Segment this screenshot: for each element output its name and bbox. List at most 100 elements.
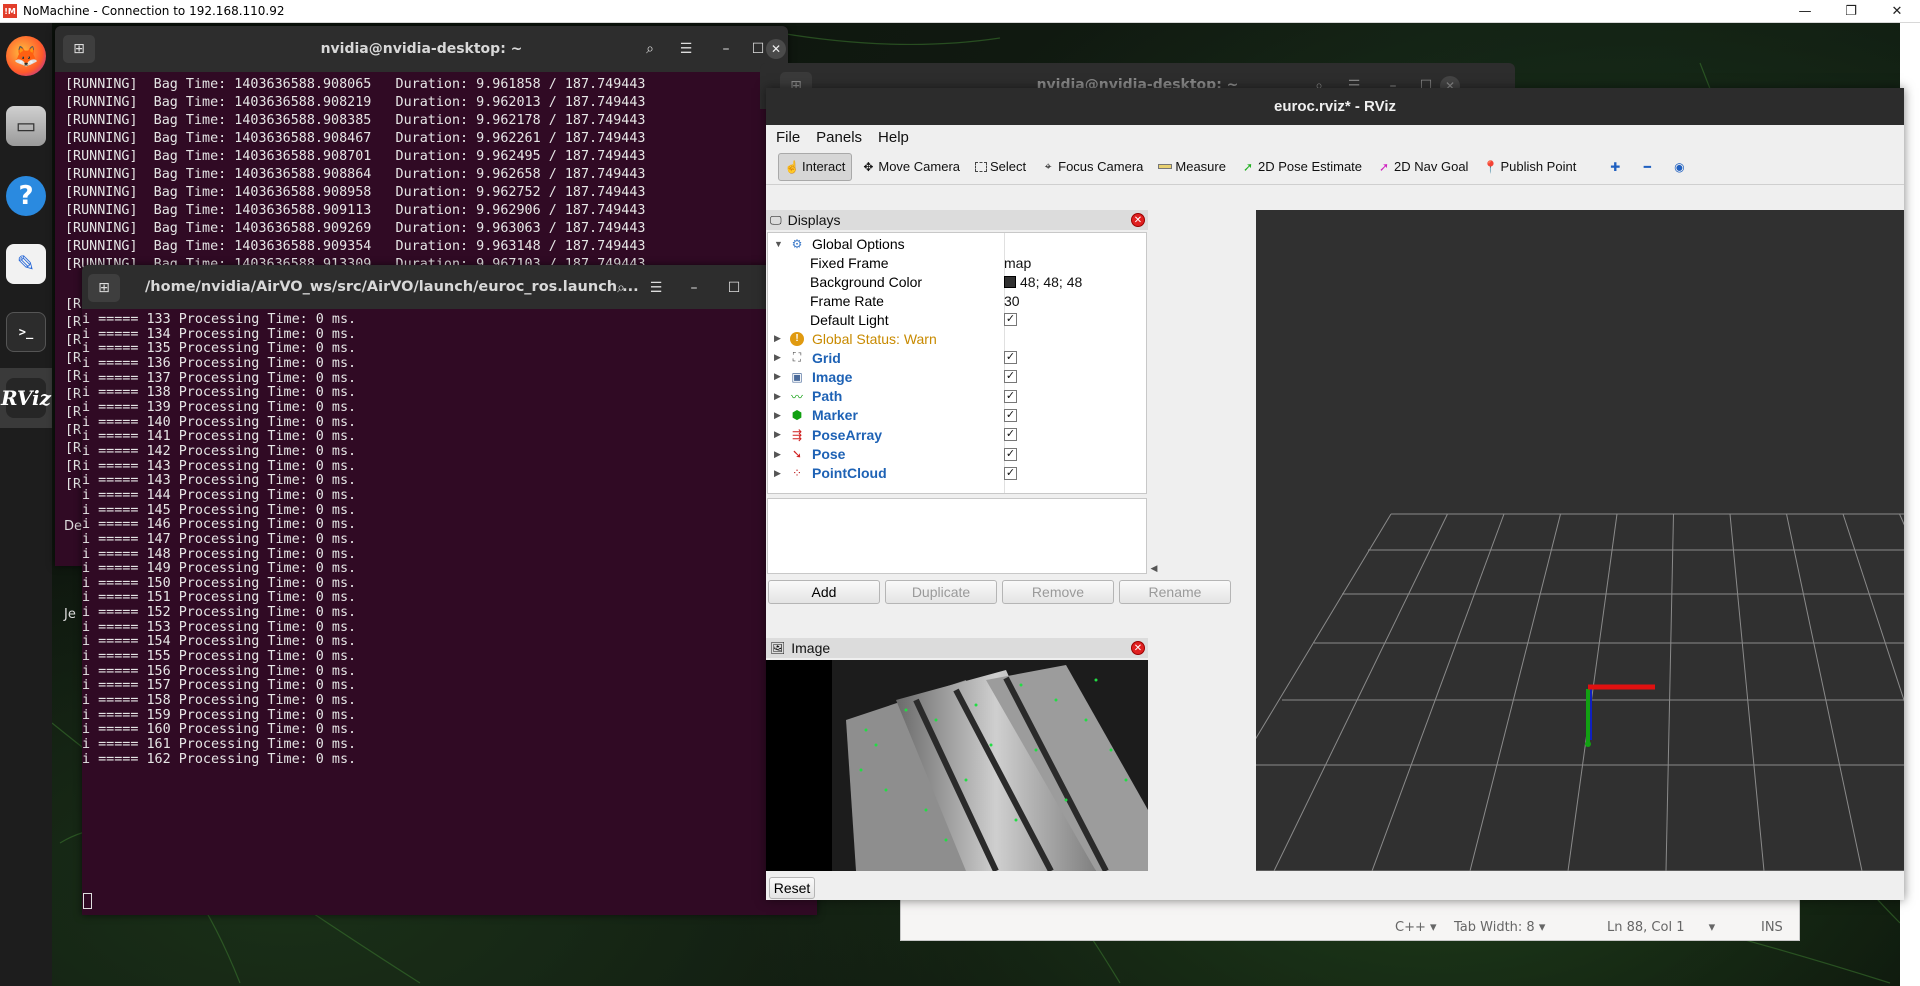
terminal-header: ⊞ /home/nvidia/AirVO_ws/src/AirVO/launch… (82, 265, 817, 309)
tree-row-fixed-frame[interactable]: Fixed Frame map (768, 253, 1146, 272)
expand-arrow-icon[interactable]: ▶ (774, 333, 781, 344)
expand-arrow-icon[interactable]: ▶ (774, 429, 781, 440)
dock-item-text-editor[interactable]: ✎ (0, 234, 52, 294)
minimize-icon[interactable]: – (678, 274, 710, 302)
nomachine-logo-icon: !M (3, 4, 17, 18)
close-panel-icon[interactable]: ✕ (1131, 213, 1145, 227)
dock-item-rviz[interactable]: RViz (0, 368, 52, 428)
menu-file[interactable]: File (776, 129, 800, 146)
terminal-cursor (83, 893, 92, 909)
dock-item-firefox[interactable]: 🦊 (0, 26, 52, 86)
display-enable-checkbox[interactable]: ✓ (1004, 408, 1017, 422)
tree-row-global-options[interactable]: ▼ ⚙ Global Options (768, 234, 1146, 253)
terminal-line: [RUNNING] Bag Time: 1403636588.909113 Du… (65, 203, 646, 218)
terminal-output: [RUNNING] Bag Time: 1403636588.908065 Du… (55, 72, 788, 274)
tree-row-background-color[interactable]: Background Color 48; 48; 48 (768, 272, 1146, 291)
expand-arrow-icon[interactable]: ▶ (774, 371, 781, 382)
tree-row-grid[interactable]: ▶ ⛶ Grid ✓ (768, 348, 1146, 367)
display-enable-checkbox[interactable]: ✓ (1004, 389, 1017, 403)
tree-row-posearray[interactable]: ▶ ⇶ PoseArray ✓ (768, 425, 1146, 444)
menu-icon[interactable]: ☰ (670, 35, 702, 63)
camera-image (766, 660, 1148, 871)
close-button[interactable]: ✕ (1874, 0, 1920, 23)
tool-publish-point[interactable]: 📍 Publish Point (1477, 153, 1582, 181)
add-button[interactable]: Add (768, 580, 880, 604)
tool-measure[interactable]: Measure (1152, 153, 1232, 181)
terminal-line: i ===== 135 Processing Time: 0 ms. (82, 341, 357, 357)
reset-button[interactable]: Reset (769, 877, 815, 899)
expand-arrow-icon[interactable]: ▶ (774, 352, 781, 363)
dock-item-files[interactable]: ▭ (0, 96, 52, 156)
background-color-value[interactable]: 48; 48; 48 (1004, 274, 1082, 290)
tree-row-marker[interactable]: ▶ ⬢ Marker ✓ (768, 406, 1146, 425)
new-tab-button[interactable]: ⊞ (88, 274, 120, 302)
rviz-menubar: File Panels Help (766, 125, 1904, 149)
tool-2d-pose-estimate[interactable]: ➚ 2D Pose Estimate (1235, 153, 1368, 181)
rename-button[interactable]: Rename (1119, 580, 1231, 604)
tree-row-pointcloud[interactable]: ▶ ⁘ PointCloud ✓ (768, 464, 1146, 483)
display-enable-checkbox[interactable]: ✓ (1004, 428, 1017, 442)
terminal-output: i ===== 133 Processing Time: 0 ms. i ====… (82, 309, 817, 767)
nav-goal-icon: ➚ (1378, 159, 1390, 174)
tool-interact[interactable]: ☝ Interact (778, 152, 853, 181)
terminal-line: i ===== 162 Processing Time: 0 ms. (82, 751, 357, 767)
tab-width-selector[interactable]: Tab Width: 8 ▾ (1454, 920, 1545, 935)
rviz-3d-view[interactable] (1256, 210, 1904, 871)
rviz-window[interactable]: euroc.rviz* - RViz File Panels Help ☝ Int… (766, 88, 1904, 900)
path-icon: 〰 (790, 389, 803, 404)
tool-move-camera[interactable]: ✥ Move Camera (855, 153, 966, 181)
desktop-label: Je (64, 607, 76, 622)
terminal-line: [RUNNING] Bag Time: 1403636588.909354 Du… (65, 239, 646, 254)
search-icon[interactable]: ⌕ (605, 274, 637, 302)
display-enable-checkbox[interactable]: ✓ (1004, 447, 1017, 461)
remove-button[interactable]: Remove (1002, 580, 1114, 604)
menu-panels[interactable]: Panels (816, 129, 862, 146)
tree-row-frame-rate[interactable]: Frame Rate 30 (768, 291, 1146, 310)
menu-icon[interactable]: ☰ (640, 274, 672, 302)
duplicate-button[interactable]: Duplicate (885, 580, 997, 604)
close-panel-icon[interactable]: ✕ (1131, 641, 1145, 655)
display-enable-checkbox[interactable]: ✓ (1004, 370, 1017, 384)
tree-row-path[interactable]: ▶ 〰 Path ✓ (768, 387, 1146, 406)
display-enable-checkbox[interactable]: ✓ (1004, 466, 1017, 480)
expand-arrow-icon[interactable]: ▶ (774, 410, 781, 421)
restore-button[interactable]: ❐ (1828, 0, 1874, 23)
close-icon[interactable]: ✕ (766, 39, 786, 59)
language-selector[interactable]: C++ ▾ (1395, 920, 1437, 935)
terminal-line: i ===== 143 Processing Time: 0 ms. (82, 473, 357, 489)
tree-row-image[interactable]: ▶ ▣ Image ✓ (768, 367, 1146, 386)
tree-row-default-light[interactable]: Default Light ✓ (768, 310, 1146, 329)
terminal-line: i ===== 145 Processing Time: 0 ms. (82, 502, 357, 518)
cursor-position[interactable]: Ln 88, Col 1 ▾ (1607, 920, 1715, 935)
maximize-icon[interactable]: ☐ (718, 274, 750, 302)
tree-row-global-status[interactable]: ▶ ! Global Status: Warn (768, 329, 1146, 348)
remove-tool-button[interactable]: ━ (1634, 153, 1663, 181)
expand-arrow-icon[interactable]: ▶ (774, 449, 781, 460)
terminal-window-launch[interactable]: ⊞ /home/nvidia/AirVO_ws/src/AirVO/launch… (82, 265, 817, 915)
tree-row-pose[interactable]: ▶ ➘ Pose ✓ (768, 445, 1146, 464)
dock-item-terminal[interactable]: >_ (0, 302, 52, 362)
terminal-line: i ===== 149 Processing Time: 0 ms. (82, 561, 357, 577)
fixed-frame-value[interactable]: map (1004, 255, 1031, 271)
add-tool-button[interactable]: ✚ (1602, 153, 1631, 181)
panel-splitter-arrow-icon[interactable]: ◀ (1148, 268, 1160, 868)
tool-2d-nav-goal[interactable]: ➚ 2D Nav Goal (1371, 153, 1474, 181)
view-options-button[interactable]: ◉ (1666, 153, 1695, 181)
expand-arrow-icon[interactable]: ▶ (774, 468, 781, 479)
frame-rate-value[interactable]: 30 (1004, 293, 1020, 309)
menu-help[interactable]: Help (878, 129, 909, 146)
minimize-icon[interactable]: – (710, 35, 742, 63)
expand-arrow-icon[interactable]: ▶ (774, 391, 781, 402)
terminal-line: [RUNNING] Bag Time: 1403636588.908701 Du… (65, 149, 646, 164)
display-enable-checkbox[interactable]: ✓ (1004, 351, 1017, 364)
tool-focus-camera[interactable]: ⌖ Focus Camera (1035, 153, 1149, 181)
default-light-checkbox[interactable]: ✓ (1004, 313, 1017, 326)
terminal-line: i ===== 142 Processing Time: 0 ms. (82, 443, 357, 459)
tool-select[interactable]: Select (969, 153, 1032, 181)
origin-marker (1585, 741, 1591, 747)
dock-item-help[interactable]: ? (0, 166, 52, 226)
collapse-arrow-icon[interactable]: ▼ (774, 239, 783, 249)
terminal-line: [RUNNING] Bag Time: 1403636588.908958 Du… (65, 185, 646, 200)
minimize-button[interactable]: — (1782, 0, 1828, 23)
search-icon[interactable]: ⌕ (634, 35, 666, 63)
